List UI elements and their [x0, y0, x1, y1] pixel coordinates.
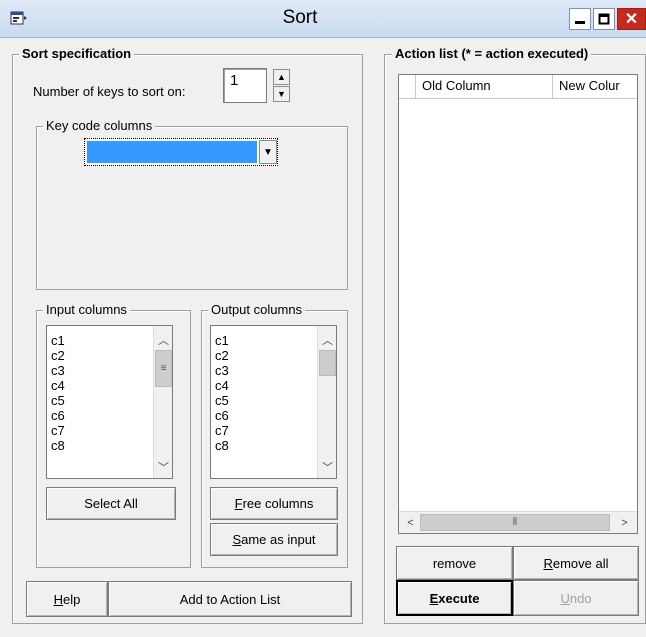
key-code-selected: [87, 141, 257, 163]
list-item[interactable]: c2: [47, 348, 151, 363]
free-columns-button[interactable]: Free columns: [210, 487, 338, 520]
column-header-old[interactable]: Old Column: [416, 75, 553, 99]
remove-all-button[interactable]: Remove all: [513, 546, 639, 580]
input-columns-scrollbar[interactable]: ︿ ≡ ﹀: [153, 326, 172, 478]
close-button[interactable]: ✕: [617, 8, 646, 30]
close-icon: ✕: [624, 11, 639, 28]
num-keys-up-button[interactable]: ▲: [273, 69, 290, 85]
num-keys-value: 1: [230, 72, 239, 89]
title-bar[interactable]: Sort ✕: [0, 0, 646, 38]
list-item[interactable]: c3: [211, 363, 315, 378]
minimize-button[interactable]: [569, 8, 591, 30]
chevron-down-icon: ﹀: [158, 461, 169, 474]
input-columns-title: Input columns: [43, 302, 130, 318]
chevron-down-icon: ﹀: [322, 461, 333, 474]
add-to-action-list-button[interactable]: Add to Action List: [108, 581, 352, 617]
scroll-up-arrow[interactable]: ︿: [319, 331, 336, 348]
list-item[interactable]: c7: [47, 423, 151, 438]
list-item[interactable]: c4: [47, 378, 151, 393]
list-item[interactable]: c8: [211, 438, 315, 453]
add-to-action-list-label: Add to Action List: [179, 591, 281, 607]
same-as-input-label: Same as input: [232, 532, 316, 547]
input-columns-items: c1 c2 c3 c4 c5 c6 c7 c8: [47, 333, 151, 453]
spin-down-icon: ▼: [277, 89, 286, 99]
chevron-up-icon: ︿: [158, 334, 169, 347]
chevron-left-icon: <: [407, 516, 414, 529]
output-columns-items: c1 c2 c3 c4 c5 c6 c7 c8: [211, 333, 315, 453]
scroll-thumb[interactable]: [319, 350, 336, 376]
scroll-down-arrow[interactable]: ﹀: [319, 458, 336, 475]
action-list-title: Action list (* = action executed): [392, 46, 592, 62]
maximize-icon: [598, 13, 610, 25]
scroll-down-arrow[interactable]: ﹀: [155, 458, 172, 475]
scroll-right-arrow[interactable]: >: [616, 514, 633, 531]
spin-up-icon: ▲: [277, 72, 286, 82]
undo-label: Undo: [560, 590, 592, 606]
list-item[interactable]: c8: [47, 438, 151, 453]
column-header-new[interactable]: New Colur: [553, 75, 637, 99]
list-item[interactable]: c2: [211, 348, 315, 363]
num-keys-down-button[interactable]: ▼: [273, 86, 290, 102]
output-columns-scrollbar[interactable]: ︿ ﹀: [317, 326, 336, 478]
maximize-button[interactable]: [593, 8, 615, 30]
remove-button[interactable]: remove: [396, 546, 513, 580]
list-item[interactable]: c1: [47, 333, 151, 348]
scroll-left-arrow[interactable]: <: [402, 514, 419, 531]
list-item[interactable]: c6: [211, 408, 315, 423]
execute-button[interactable]: Execute: [396, 580, 513, 616]
num-keys-input[interactable]: 1: [223, 68, 267, 103]
output-columns-title: Output columns: [208, 302, 306, 318]
remove-all-label: Remove all: [543, 555, 609, 571]
chevron-up-icon: ︿: [322, 334, 333, 347]
list-item[interactable]: c3: [47, 363, 151, 378]
free-columns-label: Free columns: [234, 496, 314, 511]
sort-specification-title: Sort specification: [19, 46, 135, 62]
minimize-icon: [575, 21, 585, 24]
remove-label: remove: [432, 555, 477, 571]
list-item[interactable]: c5: [47, 393, 151, 408]
help-label: Help: [53, 591, 81, 607]
dropdown-button[interactable]: ▼: [259, 140, 277, 164]
num-keys-label: Number of keys to sort on:: [33, 84, 186, 99]
action-list-table[interactable]: Old Column New Colur < ⦀ >: [398, 74, 638, 534]
scroll-thumb[interactable]: ≡: [155, 350, 172, 387]
list-item[interactable]: c4: [211, 378, 315, 393]
help-button[interactable]: Help: [26, 581, 108, 617]
same-as-input-button[interactable]: Same as input: [210, 523, 338, 556]
key-code-columns-title: Key code columns: [43, 118, 156, 134]
chevron-right-icon: >: [621, 516, 628, 529]
output-columns-list[interactable]: c1 c2 c3 c4 c5 c6 c7 c8 ︿ ﹀: [210, 325, 337, 479]
chevron-down-icon: ▼: [263, 146, 273, 158]
horizontal-scrollbar[interactable]: < ⦀ >: [399, 511, 637, 533]
window-title: Sort: [282, 7, 318, 28]
list-item[interactable]: c6: [47, 408, 151, 423]
input-columns-list[interactable]: c1 c2 c3 c4 c5 c6 c7 c8 ︿ ≡ ﹀: [46, 325, 173, 479]
undo-button[interactable]: Undo: [513, 580, 639, 616]
list-item[interactable]: c1: [211, 333, 315, 348]
row-selector-header: [399, 75, 416, 99]
key-code-select[interactable]: ▼: [84, 138, 278, 166]
scroll-thumb[interactable]: ⦀: [420, 514, 610, 531]
execute-label: Execute: [429, 590, 480, 606]
list-item[interactable]: c5: [211, 393, 315, 408]
select-all-button[interactable]: Select All: [46, 487, 176, 520]
scroll-up-arrow[interactable]: ︿: [155, 331, 172, 348]
list-item[interactable]: c7: [211, 423, 315, 438]
